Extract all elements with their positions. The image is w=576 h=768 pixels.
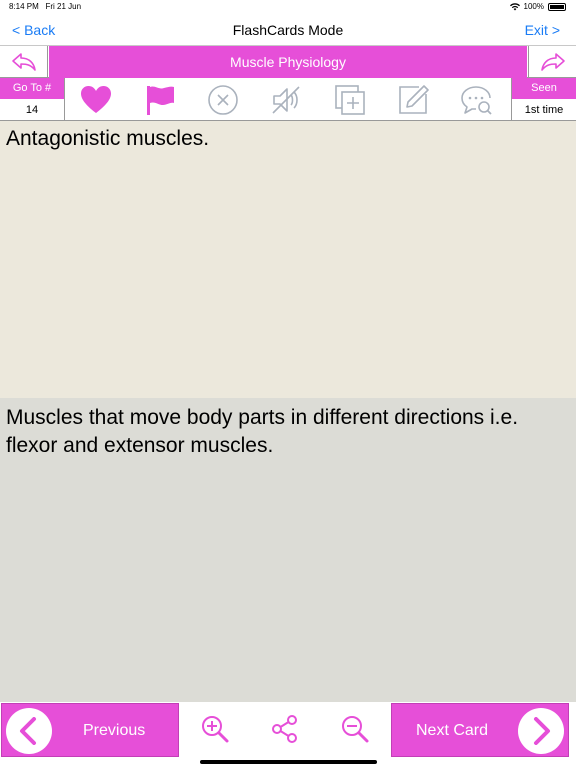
mute-icon (272, 86, 300, 114)
share-icon (272, 715, 297, 743)
seen-label: Seen (512, 78, 576, 99)
seen-value: 1st time (524, 104, 564, 116)
subject-bar: Muscle Physiology (0, 46, 576, 78)
edit-icon (399, 85, 429, 114)
edit-button[interactable] (397, 84, 429, 116)
card-answer-panel[interactable]: Muscles that move body parts in differen… (0, 398, 576, 702)
battery-percent: 100% (523, 2, 544, 11)
comment-button[interactable] (460, 84, 492, 116)
page-title: FlashCards Mode (232, 22, 344, 38)
next-topic-button[interactable] (528, 46, 576, 78)
reply-arrow-icon (11, 53, 36, 71)
goto-value: 14 (25, 104, 39, 116)
next-card-button[interactable]: Next Card (391, 703, 569, 757)
chevron-left-icon (6, 708, 52, 754)
zoom-in-icon (202, 716, 229, 743)
heart-icon (81, 86, 111, 113)
previous-button[interactable]: Previous (1, 703, 179, 757)
subject-title: Muscle Physiology (49, 46, 527, 78)
home-indicator[interactable] (200, 760, 377, 764)
flag-icon (147, 86, 174, 115)
next-card-label: Next Card (416, 722, 489, 739)
copy-add-icon (335, 85, 365, 115)
chevron-right-icon (518, 708, 564, 754)
share-button[interactable] (270, 714, 300, 744)
card-question-panel[interactable]: Antagonistic muscles. (0, 121, 576, 398)
previous-topic-button[interactable] (0, 46, 48, 78)
previous-label: Previous (83, 722, 146, 739)
status-bar: 8:14 PM Fri 21 Jun 100% (0, 0, 576, 14)
card-toolbar: Go To # 14 Seen 1st time (0, 78, 576, 121)
card-question-text: Antagonistic muscles. (6, 127, 210, 150)
wifi-icon (509, 2, 520, 10)
forward-arrow-icon (540, 53, 565, 71)
seen-box: Seen 1st time (511, 78, 576, 121)
goto-label[interactable]: Go To # (0, 78, 64, 99)
favorite-button[interactable] (80, 84, 112, 116)
status-time: 8:14 PM Fri 21 Jun (9, 2, 82, 11)
copy-button[interactable] (334, 84, 366, 116)
card-answer-text: Muscles that move body parts in differen… (6, 406, 519, 457)
audio-button[interactable] (270, 84, 302, 116)
zoom-in-button[interactable] (200, 714, 230, 744)
flag-button[interactable] (144, 84, 176, 116)
goto-box[interactable]: Go To # 14 (0, 78, 65, 121)
battery-icon (548, 2, 566, 11)
exit-button[interactable]: Exit > (525, 22, 560, 38)
comment-search-icon (461, 86, 492, 115)
navigation-bar: < Back FlashCards Mode Exit > (0, 14, 576, 46)
status-right: 100% (509, 2, 566, 11)
zoom-out-icon (342, 716, 369, 743)
close-circle-icon (208, 85, 238, 115)
bottom-bar: Previous Next Card (0, 702, 576, 759)
remove-button[interactable] (207, 84, 239, 116)
zoom-out-button[interactable] (340, 714, 370, 744)
